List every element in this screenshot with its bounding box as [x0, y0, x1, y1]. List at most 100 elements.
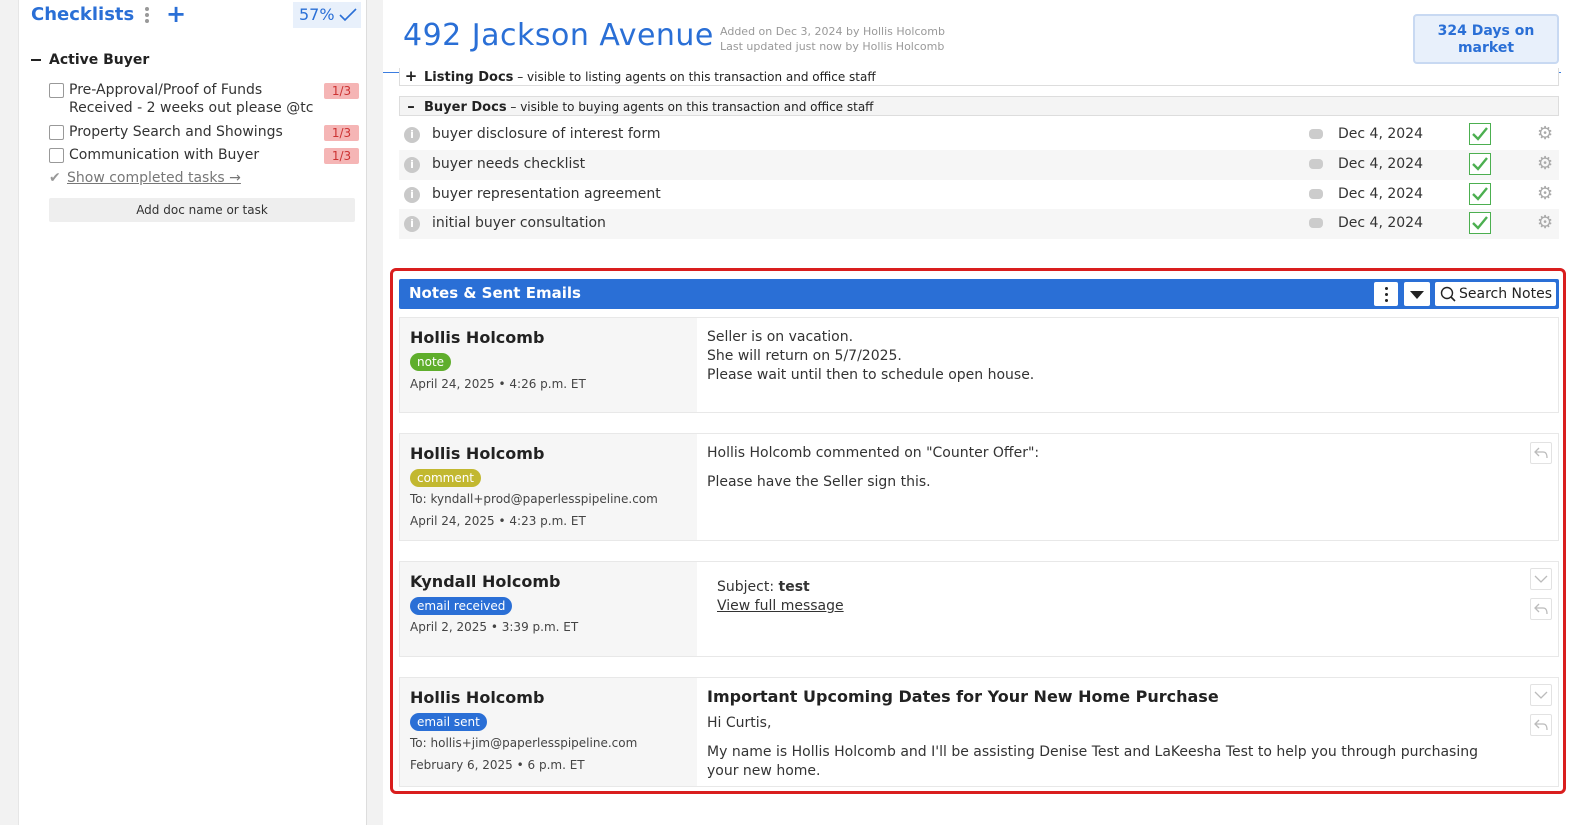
approve-checkbox[interactable]: [1469, 153, 1491, 175]
transaction-header: 492 Jackson Avenue Added on Dec 3, 2024 …: [383, 0, 1561, 73]
doc-name[interactable]: initial buyer consultation: [432, 215, 606, 231]
comment-header: Hollis Holcomb commented on "Counter Off…: [707, 445, 1040, 461]
doc-date: Dec 4, 2024: [1338, 156, 1423, 172]
task-label[interactable]: Property Search and Showings: [69, 123, 314, 141]
caret-down-icon: [1410, 291, 1424, 299]
search-notes-button[interactable]: Search Notes: [1435, 282, 1556, 306]
checkmark-icon: [1472, 187, 1488, 201]
doc-name[interactable]: buyer disclosure of interest form: [432, 126, 661, 142]
comment-bubble-icon[interactable]: [1309, 159, 1323, 169]
transaction-main: 492 Jackson Avenue Added on Dec 3, 2024 …: [383, 0, 1587, 825]
notes-menu-icon[interactable]: [1374, 282, 1398, 306]
note-body: Important Upcoming Dates for Your New Ho…: [707, 687, 1507, 781]
reply-button[interactable]: [1530, 598, 1552, 620]
task-checkbox[interactable]: [49, 83, 64, 98]
collapse-icon: [31, 59, 41, 61]
note-author: Hollis Holcomb: [410, 444, 545, 463]
doc-name[interactable]: buyer representation agreement: [432, 186, 661, 202]
reply-button[interactable]: [1530, 442, 1552, 464]
add-doc-button[interactable]: Add doc name or task: [49, 198, 355, 222]
note-type-badge: email sent: [410, 713, 487, 731]
gear-icon[interactable]: ⚙: [1537, 185, 1553, 203]
task-checkbox[interactable]: [49, 148, 64, 163]
notes-toolbar: Notes & Sent Emails Search Notes: [399, 279, 1559, 309]
show-completed-tasks-link[interactable]: ✔ Show completed tasks →: [49, 170, 241, 186]
comment-bubble-icon[interactable]: [1309, 218, 1323, 228]
gear-icon[interactable]: ⚙: [1537, 214, 1553, 232]
expand-button[interactable]: [1530, 568, 1552, 590]
reply-icon: [1534, 719, 1548, 731]
search-icon: [1440, 286, 1456, 302]
doc-row: i buyer needs checklist Dec 4, 2024 ⚙: [399, 150, 1559, 180]
gear-icon[interactable]: ⚙: [1537, 155, 1553, 173]
note-line: Please wait until then to schedule open …: [707, 367, 1035, 383]
note-type-badge: email received: [410, 597, 513, 615]
task-count-badge: 1/3: [324, 125, 359, 141]
note-meta: Hollis Holcomb comment To: kyndall+prod@…: [400, 434, 697, 540]
checkmark-icon: ✔: [49, 170, 61, 186]
email-paragraph: My name is Hollis Holcomb and I'll be as…: [707, 744, 1478, 779]
note-timestamp: April 2, 2025 • 3:39 p.m. ET: [410, 620, 579, 634]
notes-title: Notes & Sent Emails: [409, 284, 581, 302]
checklist-progress-badge: 57%: [293, 2, 361, 28]
doc-name[interactable]: buyer needs checklist: [432, 156, 585, 172]
note-body: Subject: test View full message: [717, 578, 1517, 616]
comment-bubble-icon[interactable]: [1309, 189, 1323, 199]
checklist-task: Property Search and Showings 1/3: [49, 123, 359, 141]
checklists-header: Checklists + 57%: [19, 0, 366, 32]
note-item: Hollis Holcomb note April 24, 2025 • 4:2…: [399, 317, 1559, 413]
approve-checkbox[interactable]: [1469, 123, 1491, 145]
section-name: Buyer Docs: [424, 100, 507, 115]
email-subject-line: Subject: test: [717, 578, 1517, 597]
task-checkbox[interactable]: [49, 125, 64, 140]
added-info: Added on Dec 3, 2024 by Hollis Holcomb: [720, 25, 945, 38]
info-icon[interactable]: i: [404, 157, 420, 173]
notes-dropdown-button[interactable]: [1404, 282, 1430, 306]
note-type-badge: note: [410, 353, 452, 371]
search-notes-label: Search Notes: [1459, 286, 1552, 302]
note-author: Hollis Holcomb: [410, 328, 545, 347]
checkmark-icon: [1472, 216, 1488, 230]
section-desc: – visible to buying agents on this trans…: [510, 100, 874, 114]
note-timestamp: April 24, 2025 • 4:23 p.m. ET: [410, 514, 586, 528]
chevron-down-icon: [1534, 691, 1548, 699]
note-item: Hollis Holcomb email sent To: hollis+jim…: [399, 677, 1559, 787]
note-timestamp: April 24, 2025 • 4:26 p.m. ET: [410, 377, 586, 391]
gear-icon[interactable]: ⚙: [1537, 125, 1553, 143]
checklists-menu-icon[interactable]: [142, 5, 152, 25]
expand-button[interactable]: [1530, 684, 1552, 706]
section-listing-docs[interactable]: + Listing Docs – visible to listing agent…: [399, 68, 1559, 86]
days-on-market-badge: 324 Days on market: [1413, 14, 1559, 64]
checklist-group-active-buyer[interactable]: Active Buyer: [31, 52, 149, 68]
approve-checkbox[interactable]: [1469, 212, 1491, 234]
add-checklist-button[interactable]: +: [166, 0, 186, 28]
note-line: Seller is on vacation.: [707, 329, 854, 345]
expand-icon: +: [404, 67, 418, 85]
reply-icon: [1534, 603, 1548, 615]
email-subject: test: [778, 579, 810, 595]
note-timestamp: February 6, 2025 • 6 p.m. ET: [410, 758, 585, 772]
transaction-meta: Added on Dec 3, 2024 by Hollis Holcomb L…: [720, 24, 945, 54]
comment-bubble-icon[interactable]: [1309, 129, 1323, 139]
checklist-progress-value: 57%: [299, 5, 335, 24]
email-greeting: Hi Curtis,: [707, 715, 772, 731]
note-item: Hollis Holcomb comment To: kyndall+prod@…: [399, 433, 1559, 541]
note-item: Kyndall Holcomb email received April 2, …: [399, 561, 1559, 657]
checklist-group-label: Active Buyer: [49, 52, 150, 68]
task-label[interactable]: Pre-Approval/Proof of Funds Received - 2…: [69, 81, 314, 117]
doc-row: i initial buyer consultation Dec 4, 2024…: [399, 209, 1559, 239]
info-icon[interactable]: i: [404, 127, 420, 143]
reply-icon: [1534, 447, 1548, 459]
subject-label: Subject:: [717, 579, 775, 595]
reply-button[interactable]: [1530, 714, 1552, 736]
note-meta: Kyndall Holcomb email received April 2, …: [400, 562, 697, 656]
task-label[interactable]: Communication with Buyer: [69, 146, 314, 164]
notes-panel: Notes & Sent Emails Search Notes Hollis …: [390, 268, 1566, 794]
section-buyer-docs[interactable]: – Buyer Docs – visible to buying agents o…: [399, 96, 1559, 116]
info-icon[interactable]: i: [404, 216, 420, 232]
note-type-badge: comment: [410, 469, 482, 487]
approve-checkbox[interactable]: [1469, 183, 1491, 205]
view-full-message-link[interactable]: View full message: [717, 597, 1517, 616]
checkmark-icon: [1472, 127, 1488, 141]
info-icon[interactable]: i: [404, 187, 420, 203]
